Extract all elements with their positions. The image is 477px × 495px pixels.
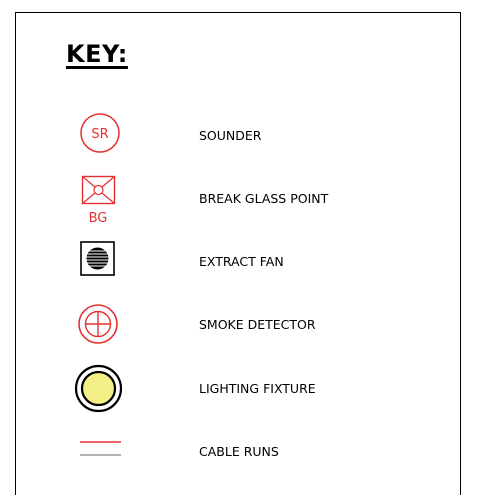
smoke-detector-icon: [78, 304, 118, 344]
break-glass-point-icon: BG: [81, 175, 116, 226]
legend-label-lighting-fixture: LIGHTING FIXTURE: [199, 381, 316, 396]
sounder-symbol-text: SR: [91, 127, 108, 142]
legend-label-cable-runs: CABLE RUNS: [199, 444, 279, 459]
legend-label-smoke-detector: SMOKE DETECTOR: [199, 317, 316, 332]
legend-label-extract-fan: EXTRACT FAN: [199, 254, 284, 269]
cable-runs-icon: [80, 441, 121, 456]
sounder-icon: SR: [80, 113, 120, 153]
legend-label-break-glass-point: BREAK GLASS POINT: [199, 191, 329, 206]
lighting-fixture-icon: [74, 364, 123, 413]
extract-fan-icon: [80, 241, 115, 276]
key-title: KEY:: [66, 40, 128, 68]
break-glass-symbol-text: BG: [89, 211, 108, 226]
legend-label-sounder: SOUNDER: [199, 128, 262, 143]
